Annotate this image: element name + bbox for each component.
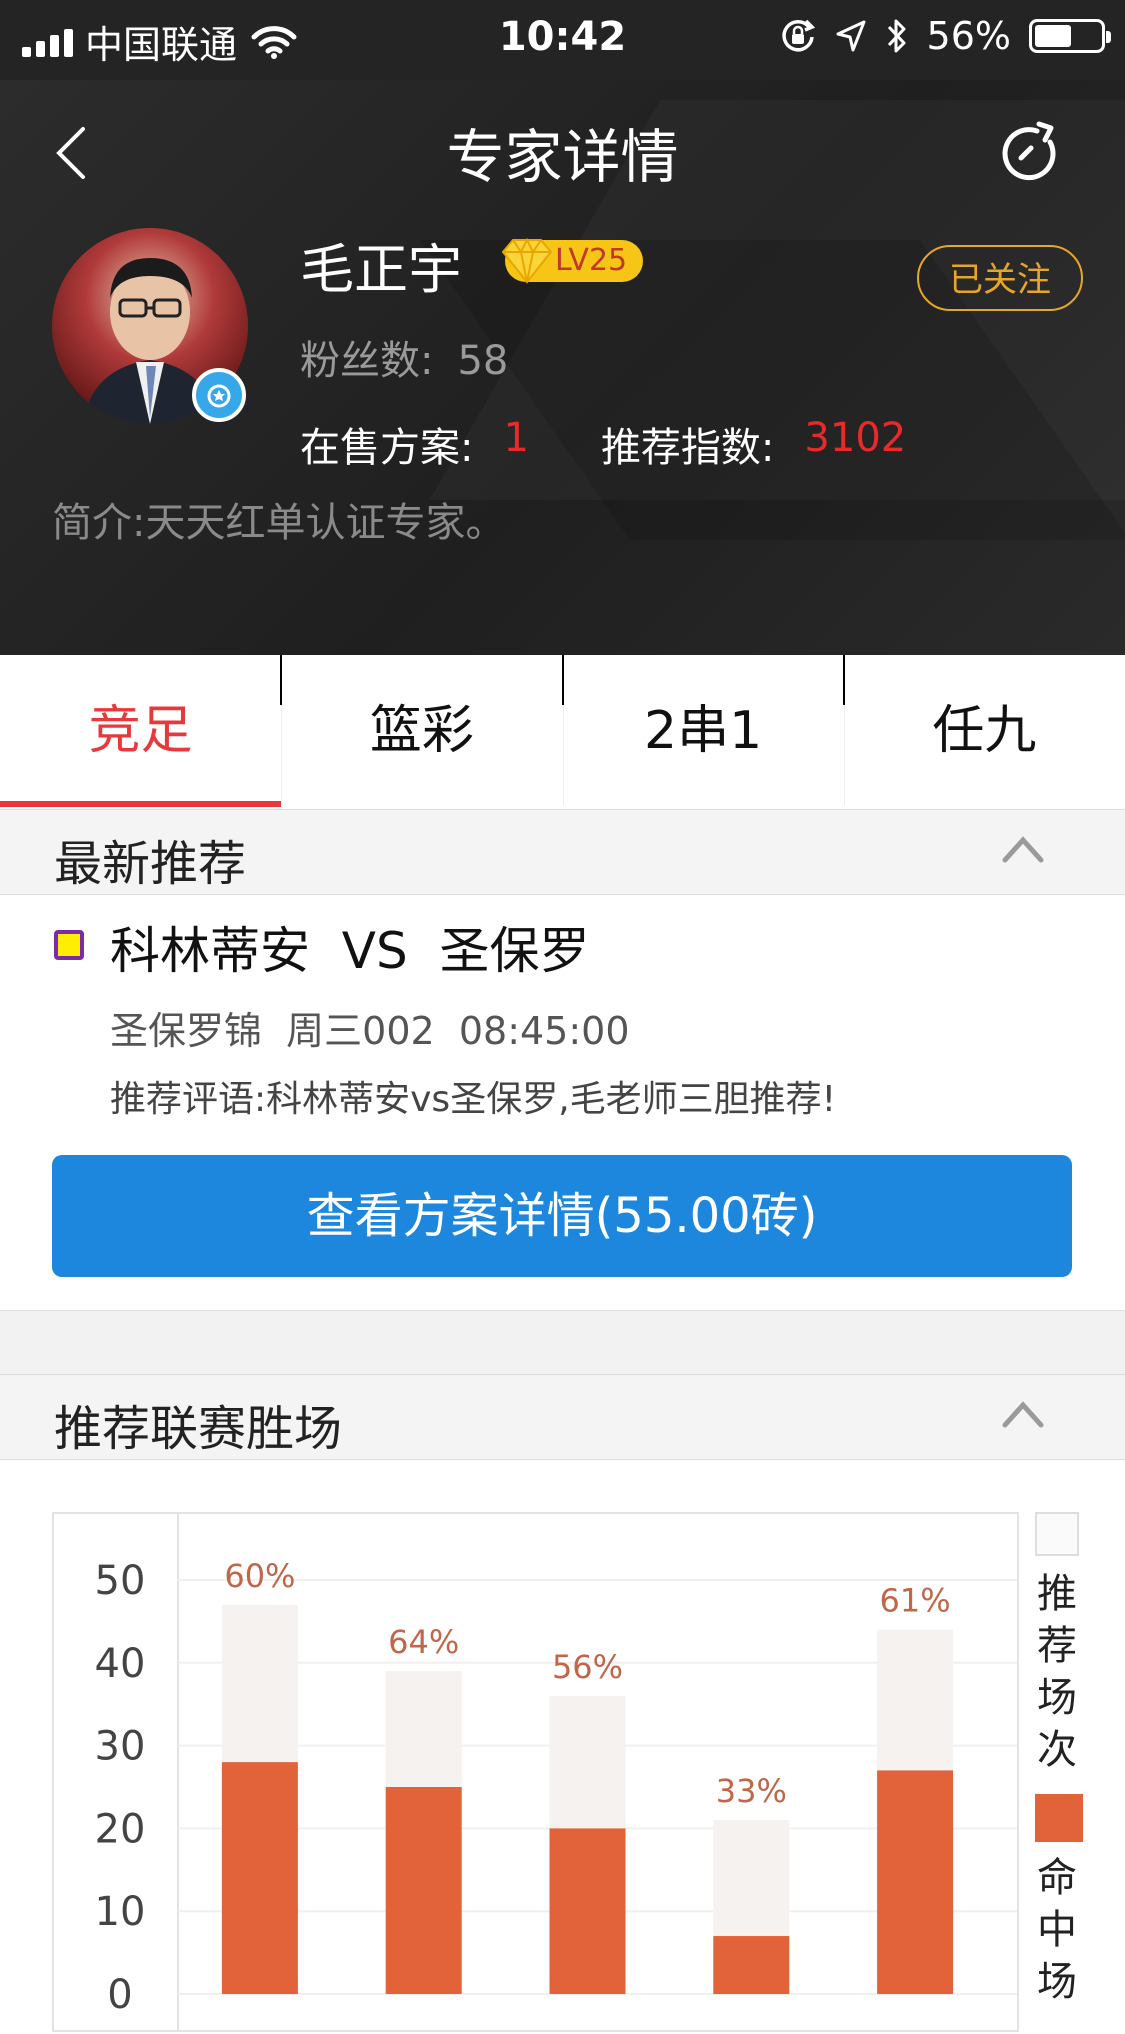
verified-medal-icon: [192, 368, 246, 422]
refresh-icon: [1002, 121, 1056, 181]
chart-y-tick-label: 50: [95, 1558, 146, 1604]
section-spacer: [0, 1310, 1125, 1374]
tab-lancai[interactable]: 篮彩: [281, 655, 562, 807]
section-title: 最新推荐: [54, 836, 247, 892]
view-plan-button[interactable]: 查看方案详情(55.00砖): [52, 1155, 1072, 1277]
bar-chart: 0 10 20 30 40 50 60% 64% 56% 33% 61%: [52, 1512, 1019, 2032]
chart-bar-hit: [549, 1828, 626, 1994]
legend-label-hit: 命中场: [1037, 1855, 1077, 2005]
lottery-tabs: 竞足 篮彩 2串1 任九: [0, 655, 1125, 807]
chart-data-label: 60%: [224, 1557, 295, 1595]
battery-percent: 56%: [926, 14, 1011, 58]
fans-value: 58: [457, 338, 509, 384]
status-bar: 中国联通 10:42 56%: [0, 0, 1125, 80]
chart-bar-hit: [221, 1762, 298, 1994]
chart-data-label: 61%: [880, 1582, 951, 1620]
rotation-lock-icon: [781, 19, 815, 52]
chart-bar-hit: [385, 1787, 462, 1994]
latest-recommendation: 科林蒂安 VS 圣保罗 圣保罗锦 周三002 08:45:00 推荐评语:科林蒂…: [0, 895, 1125, 1310]
recommend-comment: 推荐评语:科林蒂安vs圣保罗,毛老师三胆推荐!: [110, 1079, 837, 1120]
section-title: 推荐联赛胜场: [54, 1401, 343, 1457]
chart-data-label: 33%: [716, 1772, 787, 1810]
chart-y-tick-label: 40: [95, 1641, 146, 1687]
level-label: LV25: [555, 243, 628, 278]
chart-y-tick-label: 10: [95, 1889, 146, 1935]
league-section-header[interactable]: 推荐联赛胜场: [0, 1374, 1125, 1460]
chart-svg: 0 10 20 30 40 50 60% 64% 56% 33% 61%: [95, 1514, 1017, 2030]
tab-divider-light: [281, 705, 282, 805]
legend-label-total: 推荐场次: [1037, 1571, 1077, 1773]
expert-header: 专家详情 毛正宇 LV25 已关注 粉丝数: 58 在售方案: 1 推荐指数: …: [0, 80, 1125, 655]
chevron-up-icon[interactable]: [1001, 834, 1045, 864]
follow-button[interactable]: 已关注: [917, 245, 1083, 311]
tab-renjiu[interactable]: 任九: [844, 655, 1125, 807]
legend-swatch-total: [1035, 1512, 1079, 1556]
index-label: 推荐指数:: [600, 425, 775, 471]
legend-swatch-hit: [1035, 1794, 1083, 1842]
fans-count: 粉丝数: 58: [300, 328, 508, 386]
match-marker-icon: [54, 930, 84, 960]
page-title: 专家详情: [446, 123, 679, 191]
chart-bar-hit: [713, 1936, 790, 1994]
tab-jingzu[interactable]: 竞足: [0, 655, 282, 807]
status-right: 56%: [779, 14, 1111, 58]
location-icon: [836, 20, 866, 52]
tab-divider: [843, 655, 845, 705]
fans-label: 粉丝数:: [300, 338, 434, 384]
bluetooth-icon: [887, 19, 906, 53]
expert-name: 毛正宇: [300, 238, 462, 301]
tab-2chuan1[interactable]: 2串1: [563, 655, 844, 807]
tab-divider-light: [844, 705, 845, 805]
chart-y-tick-label: 30: [95, 1724, 146, 1770]
match-title: 科林蒂安 VS 圣保罗: [110, 922, 590, 980]
chart-data-label: 64%: [388, 1623, 459, 1661]
latest-section-header[interactable]: 最新推荐: [0, 809, 1125, 895]
expert-stats: 在售方案: 1 推荐指数: 3102: [300, 415, 906, 473]
chart-data-label: 56%: [552, 1648, 623, 1686]
chart-y-tick-label: 0: [107, 1972, 132, 2018]
tab-divider: [562, 655, 564, 705]
expert-intro: 简介:天天红单认证专家。: [52, 500, 506, 546]
refresh-button[interactable]: [995, 118, 1065, 188]
league-chart-area: 0 10 20 30 40 50 60% 64% 56% 33% 61% 推荐场次 命中场: [0, 1460, 1125, 2032]
match-meta: 圣保罗锦 周三002 08:45:00: [110, 1009, 630, 1053]
diamond-icon: [501, 237, 553, 284]
on-sale-value: 1: [503, 415, 529, 461]
chart-legend: 推荐场次 命中场: [1035, 1512, 1095, 2008]
chart-y-tick-label: 20: [95, 1806, 146, 1852]
index-value: 3102: [804, 415, 907, 461]
chevron-up-icon[interactable]: [1001, 1399, 1045, 1429]
tab-divider: [280, 655, 282, 705]
battery-icon: [1029, 19, 1111, 53]
tab-divider-light: [563, 705, 564, 805]
chart-bar-hit: [877, 1770, 954, 1994]
level-badge: LV25: [501, 237, 644, 284]
on-sale-label: 在售方案:: [300, 425, 474, 471]
